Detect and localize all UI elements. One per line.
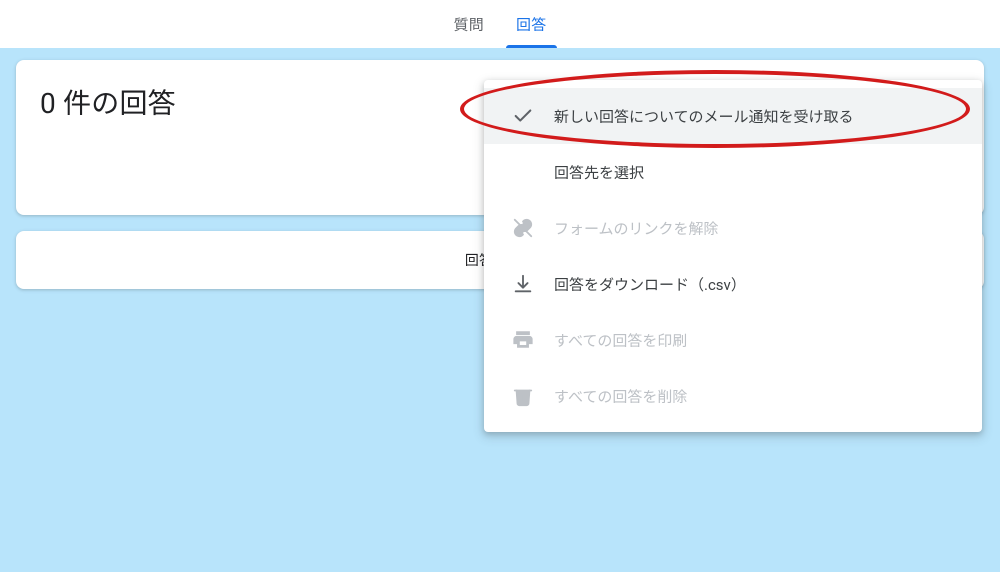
responses-options-menu: 新しい回答についてのメール通知を受け取る 回答先を選択 フォームのリンクを解除 … <box>484 80 982 432</box>
menu-item-label: フォームのリンクを解除 <box>554 218 966 239</box>
tab-responses-label: 回答 <box>516 14 547 35</box>
menu-item-unlink-form: フォームのリンクを解除 <box>484 200 982 256</box>
tab-responses[interactable]: 回答 <box>500 0 563 48</box>
menu-item-label: 回答先を選択 <box>554 162 966 183</box>
menu-item-label: すべての回答を削除 <box>554 386 966 407</box>
unlink-icon <box>512 217 534 239</box>
menu-item-print-all: すべての回答を印刷 <box>484 312 982 368</box>
menu-item-delete-all: すべての回答を削除 <box>484 368 982 424</box>
menu-item-email-notify[interactable]: 新しい回答についてのメール通知を受け取る <box>484 88 982 144</box>
menu-item-label: 回答をダウンロード（.csv） <box>554 274 966 295</box>
blank-icon <box>512 161 534 183</box>
menu-item-download-csv[interactable]: 回答をダウンロード（.csv） <box>484 256 982 312</box>
tab-questions-label: 質問 <box>453 14 484 35</box>
print-icon <box>512 329 534 351</box>
trash-icon <box>512 385 534 407</box>
menu-item-label: すべての回答を印刷 <box>554 330 966 351</box>
menu-item-select-destination[interactable]: 回答先を選択 <box>484 144 982 200</box>
tab-questions[interactable]: 質問 <box>437 0 500 48</box>
menu-item-label: 新しい回答についてのメール通知を受け取る <box>554 106 966 127</box>
check-icon <box>512 105 534 127</box>
download-icon <box>512 273 534 295</box>
tab-bar: 質問 回答 <box>0 0 1000 48</box>
